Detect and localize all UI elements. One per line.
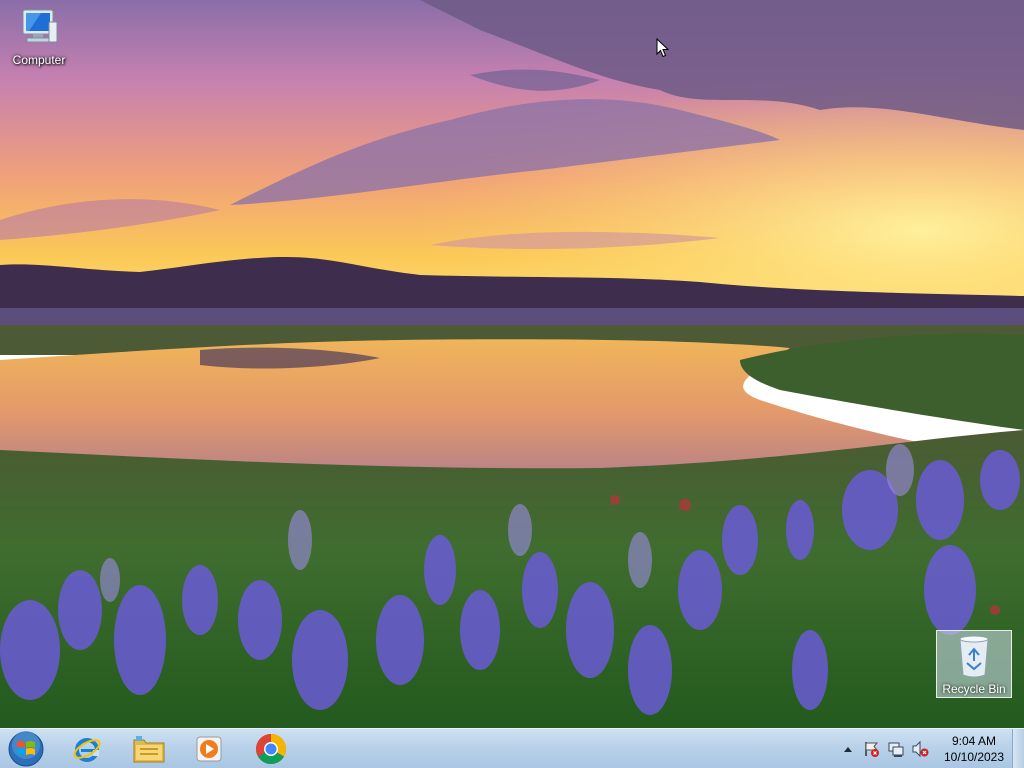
volume-button[interactable] [910, 739, 930, 759]
taskbar-chrome-button[interactable] [244, 731, 298, 767]
network-button[interactable] [886, 739, 906, 759]
computer-icon [22, 9, 58, 43]
computer-desktop-icon[interactable]: Computer [0, 8, 78, 67]
taskbar: 9:04 AM 10/10/2023 [0, 728, 1024, 768]
chrome-icon [255, 734, 287, 765]
wallpaper [0, 0, 1024, 728]
taskbar-media-player-button[interactable] [182, 731, 236, 767]
system-tray: 9:04 AM 10/10/2023 [836, 729, 1010, 768]
mouse-cursor-icon [656, 38, 670, 58]
desktop[interactable]: Computer Recycle Bin 9:04 AM 10/10/2023 [0, 0, 1024, 768]
show-hidden-icons-button[interactable] [838, 739, 858, 759]
windows-logo-icon [8, 731, 44, 767]
recycle-bin-label: Recycle Bin [942, 682, 1006, 696]
action-center-button[interactable] [862, 739, 882, 759]
media-player-icon [196, 736, 222, 762]
chevron-up-icon [844, 747, 852, 752]
recycle-bin-desktop-icon[interactable]: Recycle Bin [936, 630, 1012, 698]
volume-muted-icon [912, 740, 929, 758]
taskbar-internet-explorer-button[interactable] [60, 731, 114, 767]
clock-time: 9:04 AM [951, 734, 997, 748]
show-desktop-button[interactable] [1012, 729, 1024, 768]
start-button[interactable] [2, 731, 50, 767]
action-center-flag-icon [865, 742, 879, 757]
clock-date: 10/10/2023 [943, 750, 1005, 764]
network-icon [888, 742, 904, 757]
internet-explorer-icon [73, 738, 101, 762]
taskbar-clock[interactable]: 9:04 AM 10/10/2023 [938, 733, 1010, 765]
recycle-bin-icon [959, 635, 989, 678]
file-explorer-icon [133, 736, 165, 763]
taskbar-file-explorer-button[interactable] [122, 731, 176, 767]
computer-label: Computer [12, 53, 66, 67]
